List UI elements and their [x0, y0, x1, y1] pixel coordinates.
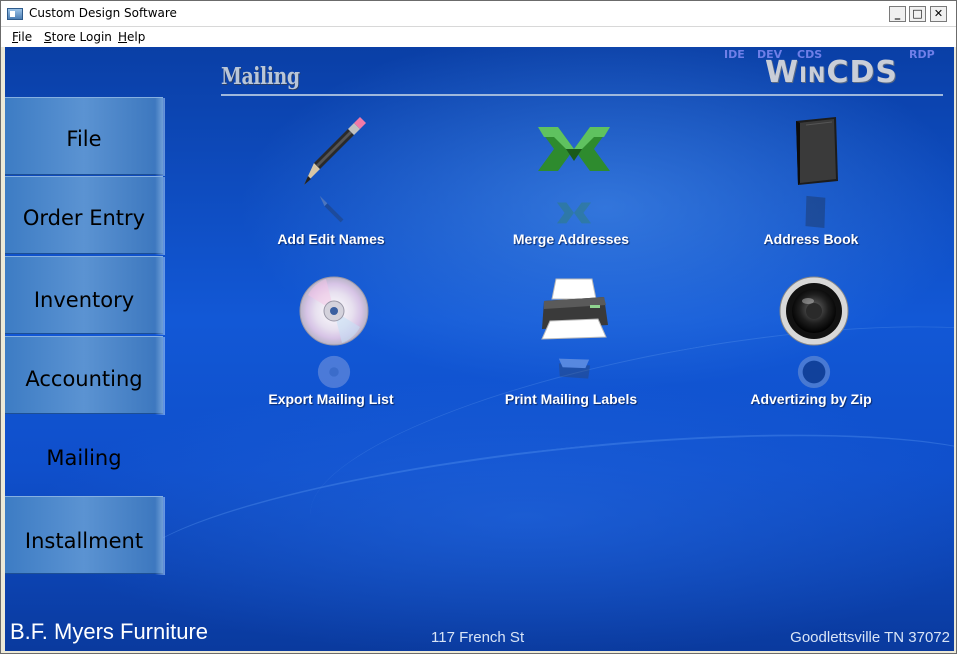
store-address: 117 French St — [431, 629, 525, 646]
app-icon — [7, 8, 23, 20]
section-divider — [221, 94, 943, 96]
rdp-tag: RDP — [909, 48, 935, 61]
pencil-icon — [319, 195, 344, 223]
nav-tab-label: File — [66, 127, 102, 151]
cd-icon — [317, 355, 351, 389]
nav-tab-order-entry[interactable]: Order Entry — [5, 176, 165, 255]
tile-label: Merge Addresses — [512, 231, 630, 247]
main-panel: Mailing IDE DEV CDS RDP WinCDS File Orde… — [5, 47, 954, 651]
nav-tab-label: Mailing — [46, 446, 122, 470]
menu-file[interactable]: File — [12, 30, 32, 44]
tile-label: Print Mailing Labels — [504, 391, 638, 407]
menu-help[interactable]: Help — [118, 30, 145, 44]
printer-icon — [558, 358, 591, 379]
tile-label: Address Book — [763, 231, 859, 247]
nav-tab-label: Accounting — [25, 367, 143, 391]
tile-address-book[interactable]: Address Book — [721, 115, 901, 265]
speaker-icon — [797, 355, 831, 389]
nav-tab-mailing[interactable]: Mailing — [5, 416, 163, 494]
nav-tab-label: Installment — [24, 529, 144, 553]
tile-print-mailing-labels[interactable]: Print Mailing Labels — [481, 275, 661, 425]
nav-tab-accounting[interactable]: Accounting — [5, 336, 165, 415]
pencil-icon — [304, 117, 366, 185]
tile-add-edit-names[interactable]: Add Edit Names — [241, 115, 421, 265]
tile-advertizing-by-zip[interactable]: Advertizing by Zip — [721, 275, 901, 425]
app-window: Custom Design Software _ □ ✕ File Store … — [0, 0, 957, 654]
minimize-button[interactable]: _ — [889, 6, 906, 22]
book-icon — [805, 195, 826, 229]
nav-tab-file[interactable]: File — [5, 97, 165, 176]
maximize-button[interactable]: □ — [909, 6, 926, 22]
title-bar[interactable]: Custom Design Software _ □ ✕ — [1, 1, 956, 27]
tile-export-mailing-list[interactable]: Export Mailing List — [241, 275, 421, 425]
merge-arrows-icon — [538, 127, 610, 171]
tile-label: Export Mailing List — [268, 391, 394, 407]
nav-tab-label: Order Entry — [22, 206, 146, 230]
nav-tab-installment[interactable]: Installment — [5, 496, 165, 575]
speaker-icon — [779, 276, 849, 346]
printer-icon — [541, 278, 608, 340]
section-title: Mailing — [221, 63, 300, 90]
nav-tab-label: Inventory — [33, 288, 135, 312]
cd-icon — [299, 276, 369, 346]
tile-label: Add Edit Names — [277, 231, 385, 247]
merge-arrows-icon — [556, 202, 592, 224]
company-name: B.F. Myers Furniture — [10, 619, 209, 644]
store-city: Goodlettsville TN 37072 — [790, 629, 950, 646]
close-button[interactable]: ✕ — [930, 6, 947, 22]
ide-tag: IDE — [724, 48, 745, 61]
nav-tab-inventory[interactable]: Inventory — [5, 256, 165, 335]
wincds-logo: WinCDS — [765, 55, 899, 90]
menu-bar: File Store Login Help — [1, 27, 956, 47]
book-icon — [796, 117, 838, 185]
tile-label: Advertizing by Zip — [750, 391, 872, 407]
tile-merge-addresses[interactable]: Merge Addresses — [481, 115, 661, 265]
window-title: Custom Design Software — [29, 6, 177, 20]
menu-store-login[interactable]: Store Login — [44, 30, 112, 44]
